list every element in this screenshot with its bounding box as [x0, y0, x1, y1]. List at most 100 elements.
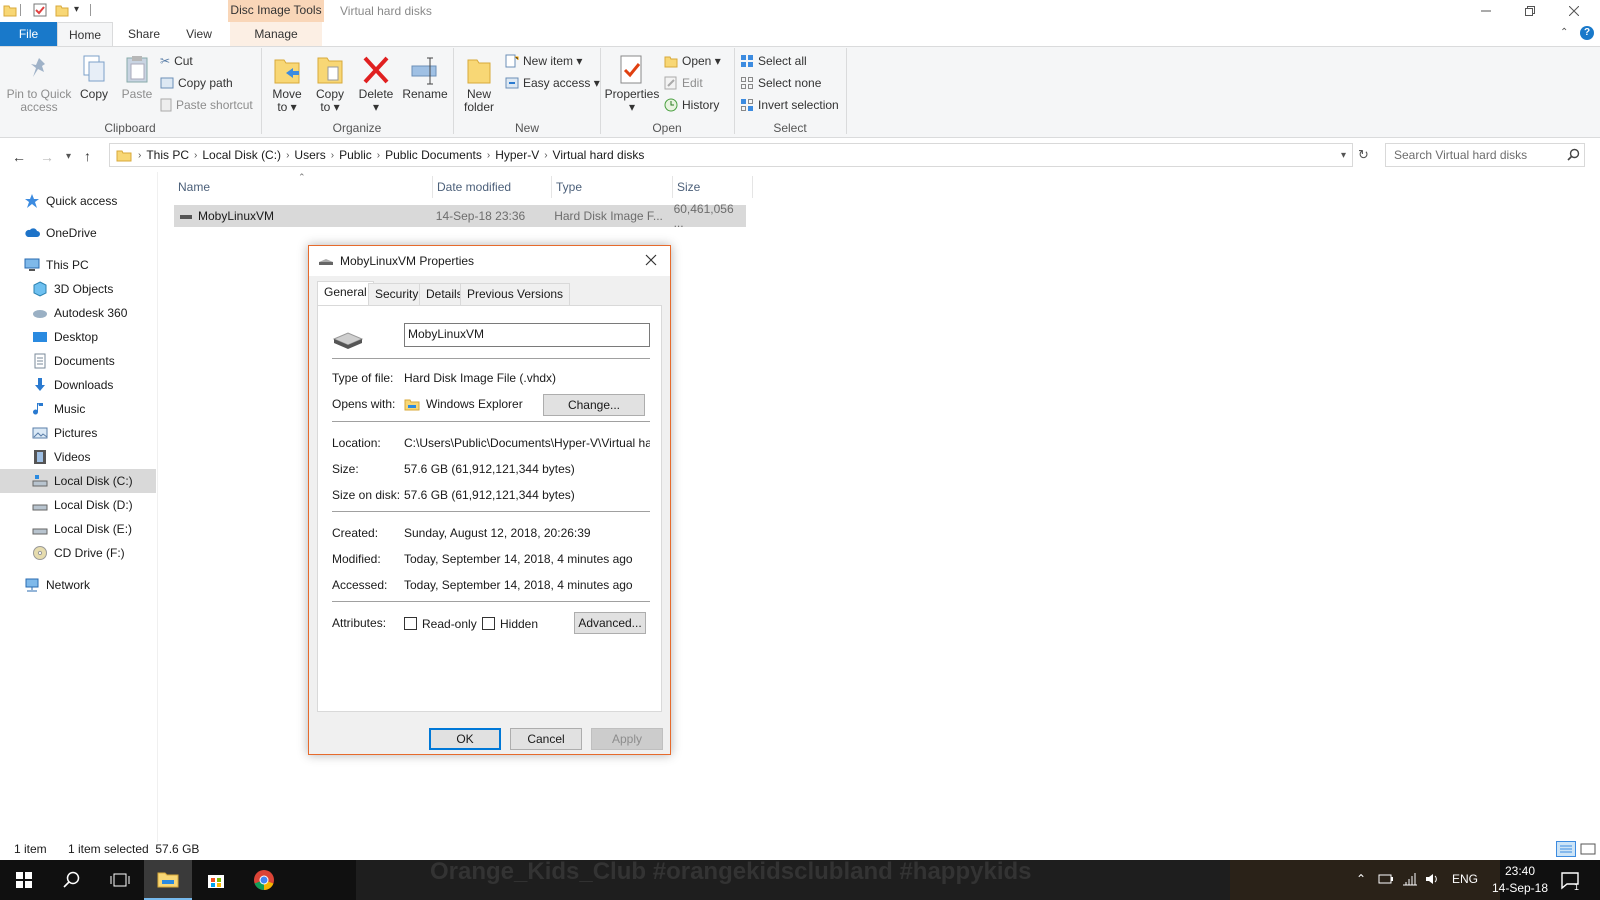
nav-downloads[interactable]: Downloads: [0, 373, 156, 397]
details-view-icon[interactable]: [1556, 841, 1576, 857]
copy-button[interactable]: Copy: [76, 54, 112, 101]
nav-desktop[interactable]: Desktop: [0, 325, 156, 349]
volume-icon[interactable]: [1424, 871, 1440, 887]
history-button[interactable]: History: [664, 98, 719, 112]
table-row[interactable]: MobyLinuxVM 14-Sep-18 23:36 Hard Disk Im…: [174, 202, 746, 230]
invert-selection-button[interactable]: Invert selection: [740, 98, 839, 112]
read-only-label[interactable]: Read-only: [422, 617, 477, 631]
column-header-date-modified[interactable]: Date modified: [433, 176, 552, 198]
wifi-icon[interactable]: [1402, 871, 1418, 887]
breadcrumb-public-documents[interactable]: Public Documents: [385, 148, 482, 162]
nav-onedrive[interactable]: OneDrive: [0, 221, 156, 245]
store-icon[interactable]: [192, 860, 240, 900]
large-icons-view-icon[interactable]: [1580, 842, 1596, 856]
search-input[interactable]: Search Virtual hard disks: [1385, 143, 1585, 167]
file-name-field[interactable]: MobyLinuxVM: [404, 323, 650, 347]
breadcrumb-this-pc[interactable]: This PC: [146, 148, 189, 162]
nav-3d-objects[interactable]: 3D Objects: [0, 277, 156, 301]
paste-button[interactable]: Paste: [118, 54, 156, 101]
tab-manage[interactable]: Manage: [230, 22, 322, 46]
advanced-button[interactable]: Advanced...: [574, 612, 646, 634]
pin-to-quick-access-button[interactable]: Pin to Quick access: [6, 56, 72, 114]
ok-button[interactable]: OK: [429, 728, 501, 750]
tab-home[interactable]: Home: [57, 22, 113, 46]
address-bar[interactable]: › This PC › Local Disk (C:) › Users › Publi…: [109, 143, 1353, 167]
up-arrow-icon[interactable]: ↑: [84, 148, 91, 164]
nav-cd-drive-f[interactable]: CD Drive (F:): [0, 541, 156, 565]
breadcrumb-users[interactable]: Users: [294, 148, 325, 162]
delete-button[interactable]: Delete ▾: [356, 54, 396, 114]
customize-quick-access-icon[interactable]: ▾: [74, 4, 79, 15]
nav-this-pc[interactable]: This PC: [0, 253, 156, 277]
address-dropdown-icon[interactable]: ▾: [1341, 150, 1346, 161]
breadcrumb-public[interactable]: Public: [339, 148, 372, 162]
nav-local-disk-e[interactable]: Local Disk (E:): [0, 517, 156, 541]
copy-to-button[interactable]: Copy to ▾: [311, 54, 349, 114]
easy-access-button[interactable]: Easy access ▾: [505, 76, 600, 90]
cut-button[interactable]: ✂ Cut: [160, 54, 193, 68]
clock-date[interactable]: 14-Sep-18: [1490, 881, 1550, 895]
nav-network[interactable]: Network: [0, 573, 156, 597]
move-to-button[interactable]: Move to ▾: [268, 54, 306, 114]
breadcrumb-local-disk-c[interactable]: Local Disk (C:): [202, 148, 281, 162]
battery-icon[interactable]: [1378, 872, 1394, 886]
file-explorer-taskbar-icon[interactable]: [144, 860, 192, 900]
read-only-checkbox[interactable]: [404, 617, 417, 630]
new-folder-button[interactable]: New folder: [458, 54, 500, 114]
nav-music[interactable]: Music: [0, 397, 156, 421]
tab-view[interactable]: View: [174, 22, 224, 46]
back-arrow-icon[interactable]: ←: [12, 149, 26, 165]
dialog-tab-previous-versions[interactable]: Previous Versions: [460, 283, 571, 305]
nav-autodesk-360[interactable]: Autodesk 360: [0, 301, 156, 325]
refresh-icon[interactable]: ↻: [1358, 147, 1369, 163]
cancel-button[interactable]: Cancel: [510, 728, 582, 750]
nav-local-disk-c[interactable]: Local Disk (C:): [0, 469, 156, 493]
search-icon[interactable]: [48, 860, 96, 900]
help-icon[interactable]: ?: [1580, 26, 1594, 40]
minimize-icon[interactable]: [1464, 0, 1508, 22]
select-none-button[interactable]: Select none: [740, 76, 821, 90]
column-header-name[interactable]: Name: [174, 176, 433, 198]
close-icon[interactable]: [1552, 0, 1596, 22]
rename-button[interactable]: Rename: [402, 54, 448, 101]
show-hidden-icons-icon[interactable]: ⌃: [1356, 872, 1366, 886]
clock-time[interactable]: 23:40: [1490, 864, 1550, 878]
nav-documents[interactable]: Documents: [0, 349, 156, 373]
open-button[interactable]: Open ▾: [664, 54, 721, 68]
hidden-checkbox[interactable]: [482, 617, 495, 630]
dialog-tab-general[interactable]: General: [317, 281, 374, 306]
column-header-size[interactable]: Size: [673, 176, 753, 198]
select-all-button[interactable]: Select all: [740, 54, 807, 68]
nav-local-disk-d[interactable]: Local Disk (D:): [0, 493, 156, 517]
dialog-close-icon[interactable]: [645, 254, 657, 266]
collapse-ribbon-icon[interactable]: ⌃: [1560, 27, 1568, 38]
nav-quick-access[interactable]: Quick access: [0, 189, 156, 213]
chrome-icon[interactable]: [240, 860, 288, 900]
forward-arrow-icon[interactable]: →: [40, 149, 54, 165]
copy-path-button[interactable]: Copy path: [160, 76, 233, 90]
change-button[interactable]: Change...: [543, 394, 645, 416]
breadcrumb-hyper-v[interactable]: Hyper-V: [495, 148, 539, 162]
apply-button[interactable]: Apply: [591, 728, 663, 750]
paste-shortcut-button[interactable]: Paste shortcut: [160, 98, 253, 112]
dialog-tab-security[interactable]: Security: [368, 283, 426, 305]
properties-quick-icon[interactable]: [33, 3, 47, 17]
nav-pictures[interactable]: Pictures: [0, 421, 156, 445]
location-value[interactable]: C:\Users\Public\Documents\Hyper-V\Virtua…: [404, 436, 650, 450]
breadcrumb-virtual-hard-disks[interactable]: Virtual hard disks: [553, 148, 645, 162]
restore-icon[interactable]: [1508, 0, 1552, 22]
new-folder-quick-icon[interactable]: [55, 3, 69, 17]
input-language[interactable]: ENG: [1452, 872, 1478, 886]
edit-button[interactable]: Edit: [664, 76, 703, 90]
column-header-type[interactable]: Type: [552, 176, 673, 198]
hidden-label[interactable]: Hidden: [500, 617, 538, 631]
search-icon[interactable]: [1567, 148, 1580, 161]
new-item-button[interactable]: New item ▾: [505, 54, 582, 68]
nav-videos[interactable]: Videos: [0, 445, 156, 469]
tab-file[interactable]: File: [0, 22, 57, 46]
recent-locations-icon[interactable]: ▾: [66, 151, 71, 162]
windows-start-icon[interactable]: [0, 860, 48, 900]
task-view-icon[interactable]: [96, 860, 144, 900]
tab-share[interactable]: Share: [118, 22, 170, 46]
properties-button[interactable]: Properties ▾: [604, 54, 660, 114]
